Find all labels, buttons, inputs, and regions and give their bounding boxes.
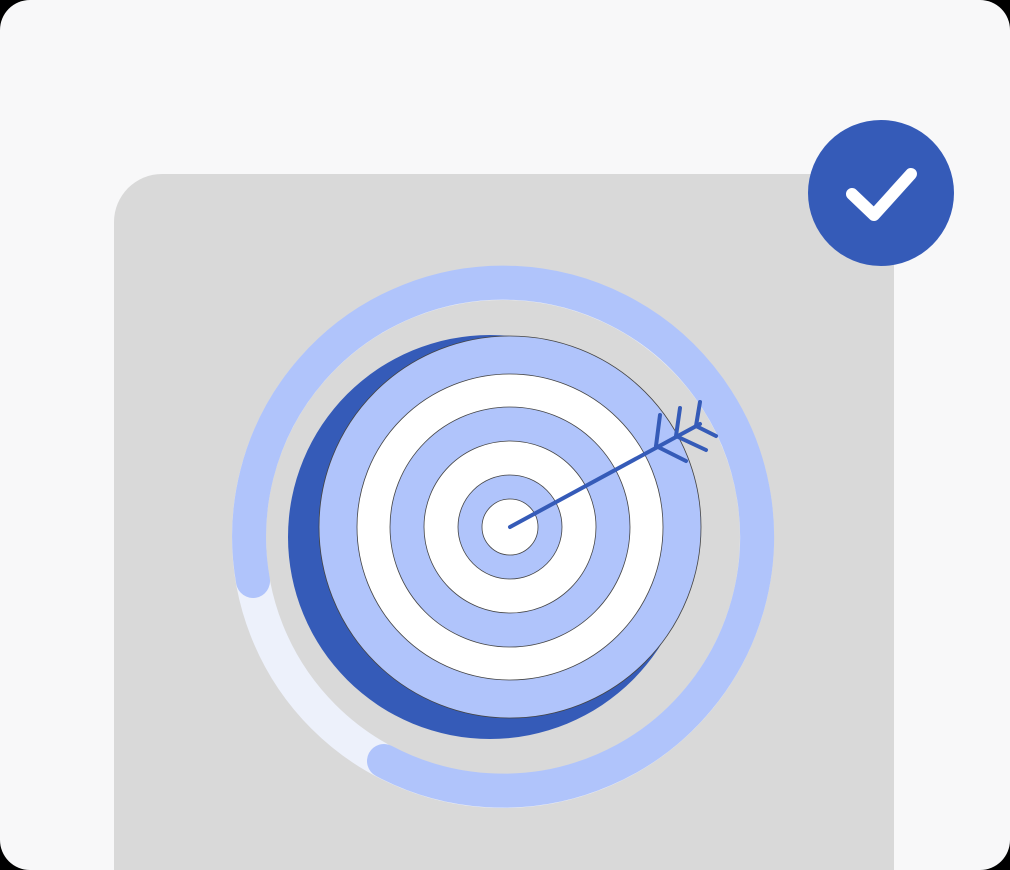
illustration-card (0, 0, 1010, 870)
success-badge-circle (808, 120, 954, 266)
success-badge (808, 120, 954, 266)
